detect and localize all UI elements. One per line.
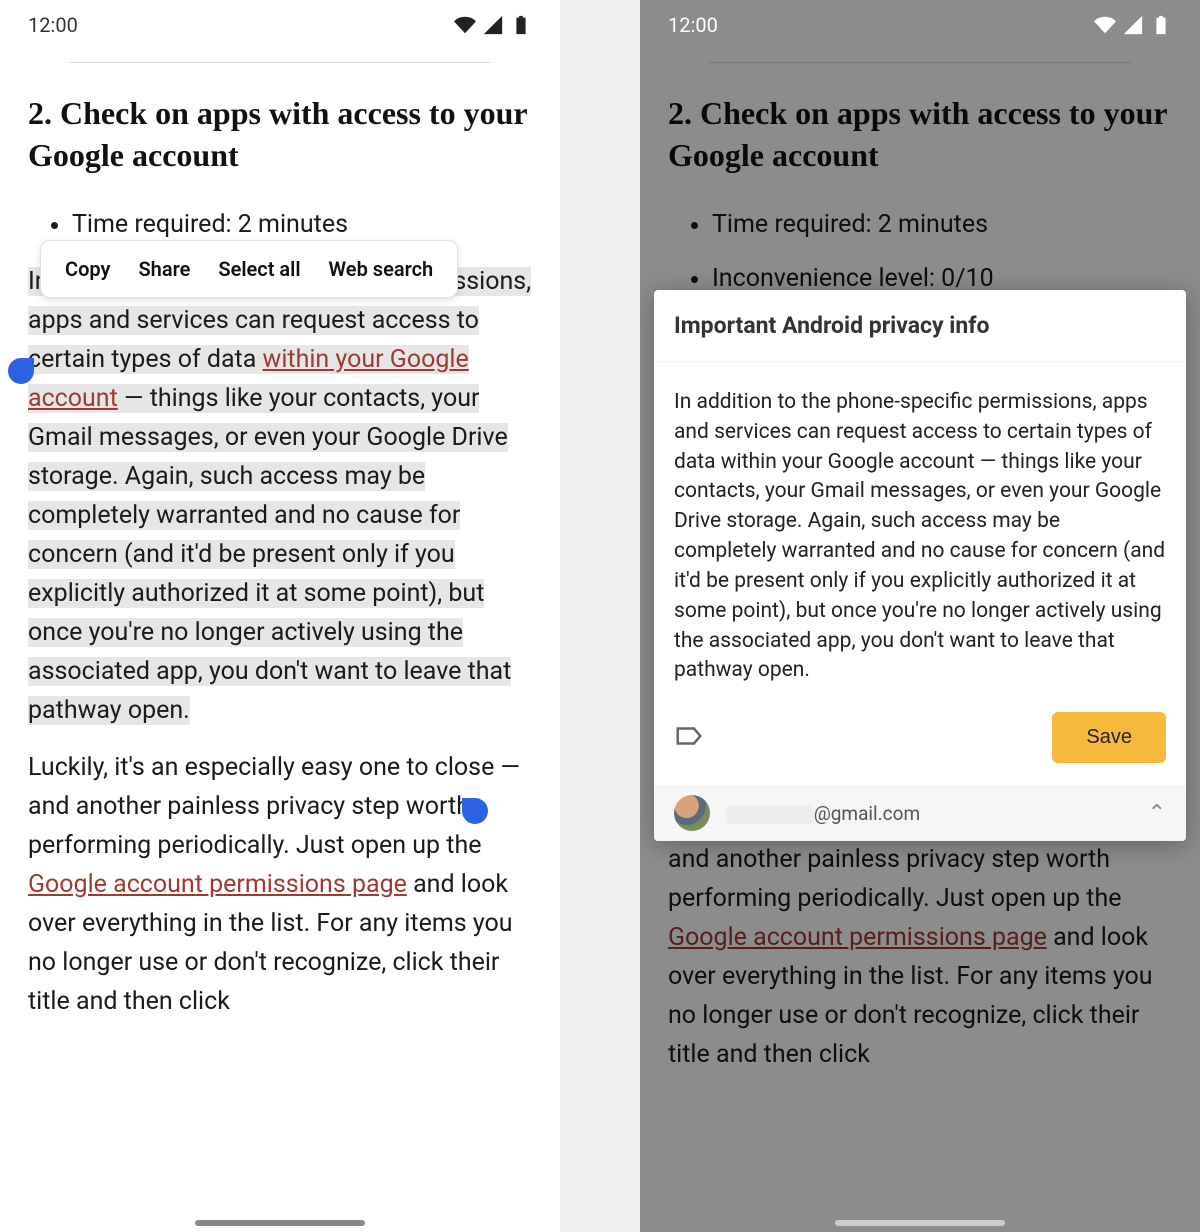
status-icons [1094, 14, 1172, 36]
paragraph-2: Luckily, it's an especially easy one to … [668, 801, 1172, 1074]
paragraph-1[interactable]: In addition to the phone-specific permis… [28, 262, 532, 730]
account-email: xxxxx@gmail.com [726, 802, 920, 825]
phone-screen-left: 12:00 2. Check on apps with access to yo… [0, 0, 560, 1232]
section-heading: 2. Check on apps with access to your Goo… [668, 93, 1172, 176]
status-bar: 12:00 [0, 0, 560, 50]
share-button[interactable]: Share [138, 257, 190, 281]
copy-button[interactable]: Copy [65, 257, 110, 281]
email-redacted: xxxxx [726, 805, 814, 824]
paragraph-2[interactable]: Luckily, it's an especially easy one to … [28, 748, 532, 1021]
wifi-icon [454, 14, 476, 36]
bullet-list: Time required: 2 minutes Inconvenience l… [712, 206, 1172, 297]
status-bar: 12:00 [640, 0, 1200, 50]
account-row[interactable]: xxxxx@gmail.com ⌃ [654, 785, 1186, 841]
web-search-button[interactable]: Web search [329, 257, 434, 281]
link-permissions-page: Google account permissions page [668, 923, 1047, 952]
text-selection-toolbar: Copy Share Select all Web search [40, 240, 458, 298]
home-indicator[interactable] [835, 1220, 1005, 1226]
note-body[interactable]: In addition to the phone-specific permis… [654, 362, 1186, 690]
article-content[interactable]: 2. Check on apps with access to your Goo… [0, 58, 560, 1232]
link-permissions-page[interactable]: Google account permissions page [28, 870, 407, 899]
selected-text[interactable]: In addition to the phone-specific permis… [28, 267, 531, 725]
note-actions: Save [654, 690, 1186, 785]
selection-handle-start[interactable] [8, 358, 34, 384]
selection-handle-end[interactable] [462, 798, 488, 824]
save-button[interactable]: Save [1052, 712, 1166, 763]
keep-note-dialog: Important Android privacy info In additi… [654, 290, 1186, 841]
wifi-icon [1094, 14, 1116, 36]
cell-signal-icon [482, 14, 504, 36]
divider [68, 62, 492, 63]
avatar [674, 795, 710, 831]
status-time: 12:00 [668, 13, 718, 37]
status-icons [454, 14, 532, 36]
note-title[interactable]: Important Android privacy info [654, 290, 1186, 362]
section-heading: 2. Check on apps with access to your Goo… [28, 93, 532, 176]
phone-screen-right: 12:00 2. Check on apps with access to yo… [640, 0, 1200, 1232]
bullet-time-required: Time required: 2 minutes [72, 206, 532, 244]
chevron-up-icon[interactable]: ⌃ [1148, 801, 1166, 826]
battery-icon [510, 14, 532, 36]
label-icon[interactable] [674, 721, 704, 755]
divider [708, 62, 1132, 63]
battery-icon [1150, 14, 1172, 36]
status-time: 12:00 [28, 13, 78, 37]
cell-signal-icon [1122, 14, 1144, 36]
bullet-time-required: Time required: 2 minutes [712, 206, 1172, 244]
bullet-list: Time required: 2 minutes [72, 206, 532, 244]
home-indicator[interactable] [195, 1220, 365, 1226]
select-all-button[interactable]: Select all [218, 257, 300, 281]
